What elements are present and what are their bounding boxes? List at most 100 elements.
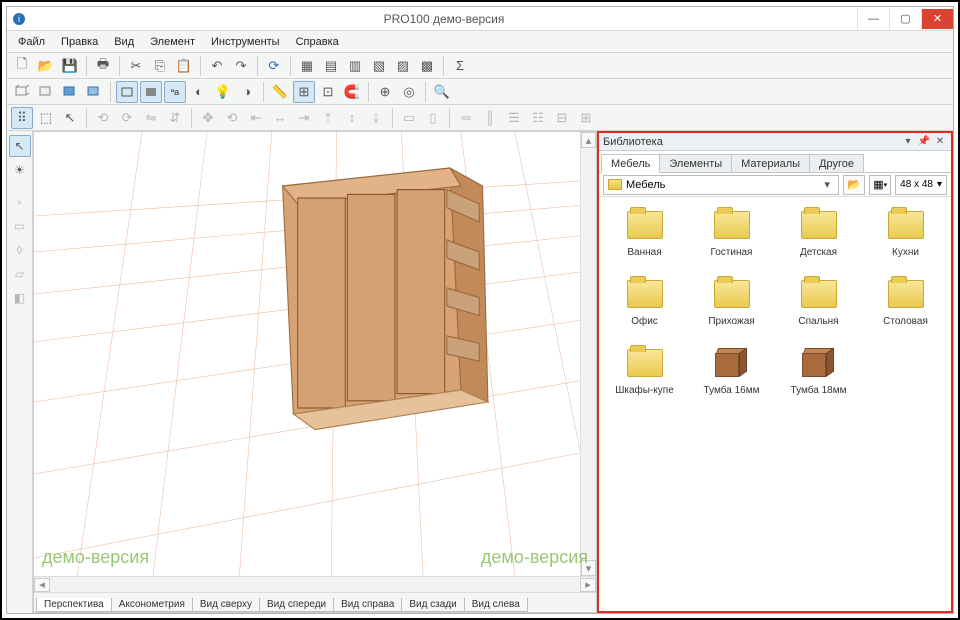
undo-icon[interactable]: ↶ xyxy=(206,55,228,77)
move-icon[interactable]: ✥ xyxy=(197,107,219,129)
align-cx-icon[interactable]: ↔ xyxy=(269,107,291,129)
arrange3-icon[interactable]: ⊟ xyxy=(551,107,573,129)
scroll-up-icon[interactable]: ▴ xyxy=(581,132,596,148)
distribute-v-icon[interactable]: ║ xyxy=(479,107,501,129)
print-icon[interactable]: 🖶 xyxy=(92,55,114,77)
library-item[interactable]: Спальня xyxy=(777,276,860,327)
menu-help[interactable]: Справка xyxy=(289,34,346,50)
grid-move-icon[interactable]: ⠿ xyxy=(11,107,33,129)
menu-view[interactable]: Вид xyxy=(107,34,141,50)
maximize-button[interactable]: ▢ xyxy=(889,9,921,29)
paste-icon[interactable]: 📋 xyxy=(173,55,195,77)
magnet-icon[interactable]: 🧲 xyxy=(341,81,363,103)
arrange1-icon[interactable]: ☰ xyxy=(503,107,525,129)
library-item[interactable]: Столовая xyxy=(864,276,947,327)
close-button[interactable]: ✕ xyxy=(921,9,953,29)
tab-front[interactable]: Вид спереди xyxy=(259,598,334,612)
library-tab-other[interactable]: Другое xyxy=(809,154,864,172)
report2-icon[interactable]: ▤ xyxy=(320,55,342,77)
view-mode-button[interactable]: ▦▾ xyxy=(869,175,891,195)
ruler-icon[interactable]: 📏 xyxy=(269,81,291,103)
tab-top[interactable]: Вид сверху xyxy=(192,598,260,612)
library-item[interactable]: Тумба 18мм xyxy=(777,345,860,396)
align-bottom-icon[interactable]: ⤓ xyxy=(365,107,387,129)
tab-left[interactable]: Вид слева xyxy=(464,598,528,612)
library-item[interactable]: Детская xyxy=(777,207,860,258)
rotate-left-icon[interactable]: ⟲ xyxy=(92,107,114,129)
flip-v-icon[interactable]: ⇵ xyxy=(164,107,186,129)
thumbnail-size-selector[interactable]: 48 x 48 ▾ xyxy=(895,175,947,195)
library-item[interactable]: Шкафы-купе xyxy=(603,345,686,396)
arrange2-icon[interactable]: ☷ xyxy=(527,107,549,129)
ungroup-icon[interactable]: ▯ xyxy=(422,107,444,129)
library-tab-furniture[interactable]: Мебель xyxy=(601,154,660,173)
new-icon[interactable]: 🗋 xyxy=(11,55,33,77)
tab-right[interactable]: Вид справа xyxy=(333,598,402,612)
open-icon[interactable]: 📂 xyxy=(35,55,57,77)
tool-d-icon[interactable]: ▱ xyxy=(9,263,31,285)
viewport-scrollbar-vertical[interactable]: ▴ ▾ xyxy=(580,132,596,576)
library-item[interactable]: Кухни xyxy=(864,207,947,258)
wireframe-box-icon[interactable] xyxy=(116,81,138,103)
report6-icon[interactable]: ▩ xyxy=(416,55,438,77)
textured-icon[interactable] xyxy=(83,81,105,103)
panel-pin-icon[interactable]: 📌 xyxy=(917,135,931,149)
tab-back[interactable]: Вид сзади xyxy=(401,598,464,612)
library-tab-elements[interactable]: Элементы xyxy=(659,154,732,172)
select-tool-icon[interactable]: ⬚ xyxy=(35,107,57,129)
label-icon[interactable]: ªa xyxy=(164,81,186,103)
sigma-icon[interactable]: Σ xyxy=(449,55,471,77)
snap-icon[interactable]: ⊡ xyxy=(317,81,339,103)
pointer-tool-icon[interactable]: ↖ xyxy=(59,107,81,129)
report4-icon[interactable]: ▧ xyxy=(368,55,390,77)
chevron-down-icon[interactable]: ▾ xyxy=(820,178,834,191)
library-item[interactable]: Гостиная xyxy=(690,207,773,258)
target-icon[interactable]: ◎ xyxy=(398,81,420,103)
report3-icon[interactable]: ▥ xyxy=(344,55,366,77)
shade-icon[interactable]: ◑ xyxy=(236,81,258,103)
align-left-icon[interactable]: ⇤ xyxy=(245,107,267,129)
flip-h-icon[interactable]: ⇋ xyxy=(140,107,162,129)
wireframe-icon[interactable] xyxy=(11,81,33,103)
tool-e-icon[interactable]: ◧ xyxy=(9,287,31,309)
distribute-h-icon[interactable]: ═ xyxy=(455,107,477,129)
solid-box-icon[interactable] xyxy=(140,81,162,103)
zoom-icon[interactable]: 🔍 xyxy=(431,81,453,103)
light-icon[interactable]: 💡 xyxy=(212,81,234,103)
menu-tools[interactable]: Инструменты xyxy=(204,34,287,50)
align-top-icon[interactable]: ⤒ xyxy=(317,107,339,129)
minimize-button[interactable]: — xyxy=(857,9,889,29)
group-icon[interactable]: ▭ xyxy=(398,107,420,129)
scroll-right-icon[interactable]: ▸ xyxy=(580,578,596,592)
library-tab-materials[interactable]: Материалы xyxy=(731,154,810,172)
tool-b-icon[interactable]: ▭ xyxy=(9,215,31,237)
up-folder-button[interactable]: 📂 xyxy=(843,175,865,195)
menu-element[interactable]: Элемент xyxy=(143,34,202,50)
align-right-icon[interactable]: ⇥ xyxy=(293,107,315,129)
viewport-scrollbar-horizontal[interactable]: ◂ ▸ xyxy=(34,576,596,592)
3d-viewport[interactable]: ▴ ▾ демо-версия демо-версия xyxy=(34,132,596,576)
copy-icon[interactable]: ⎘ xyxy=(149,55,171,77)
tool-a-icon[interactable]: ▫ xyxy=(9,191,31,213)
rotate-right-icon[interactable]: ⟳ xyxy=(116,107,138,129)
library-item[interactable]: Прихожая xyxy=(690,276,773,327)
flat-shade-icon[interactable] xyxy=(59,81,81,103)
panel-menu-icon[interactable]: ▾ xyxy=(901,135,915,149)
library-item[interactable]: Тумба 16мм xyxy=(690,345,773,396)
report5-icon[interactable]: ▨ xyxy=(392,55,414,77)
camera-icon[interactable]: ☀ xyxy=(9,159,31,181)
save-icon[interactable]: 💾 xyxy=(59,55,81,77)
redo-icon[interactable]: ↷ xyxy=(230,55,252,77)
hidden-line-icon[interactable] xyxy=(35,81,57,103)
tab-axonometry[interactable]: Аксонометрия xyxy=(111,598,193,612)
scroll-left-icon[interactable]: ◂ xyxy=(34,578,50,592)
arrange4-icon[interactable]: ⊞ xyxy=(575,107,597,129)
rotate3d-icon[interactable]: ⟲ xyxy=(221,107,243,129)
align-cy-icon[interactable]: ↕ xyxy=(341,107,363,129)
pointer-icon[interactable]: ↖ xyxy=(9,135,31,157)
texture-icon[interactable]: ◐ xyxy=(188,81,210,103)
cut-icon[interactable]: ✂ xyxy=(125,55,147,77)
center-icon[interactable]: ⊕ xyxy=(374,81,396,103)
report1-icon[interactable]: ▦ xyxy=(296,55,318,77)
tool-c-icon[interactable]: ◊ xyxy=(9,239,31,261)
